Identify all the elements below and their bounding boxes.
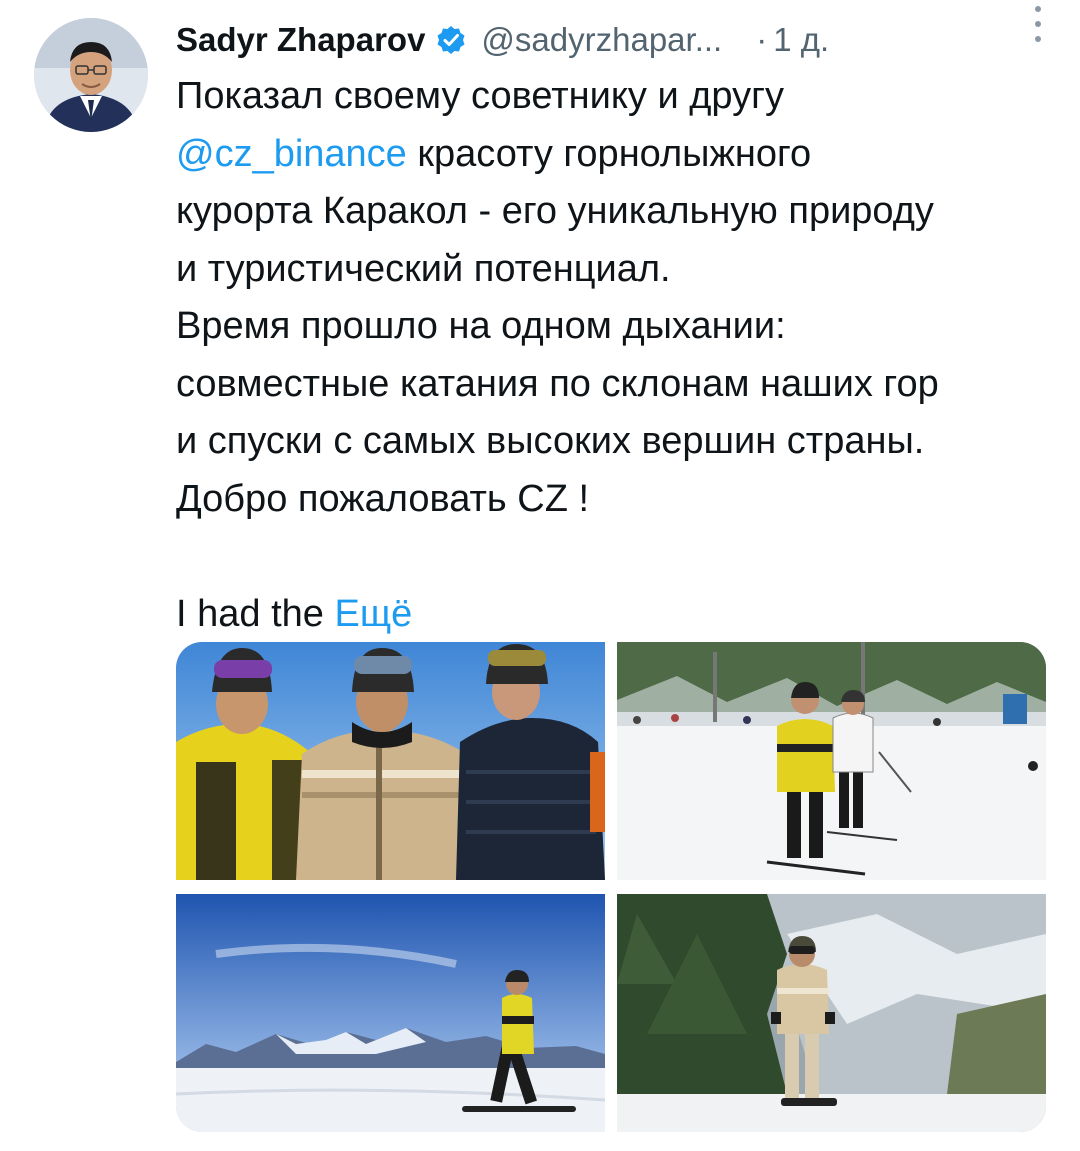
tweet-header: Sadyr Zhaparov @sadyrzhapar... · 1 д.: [176, 18, 1056, 62]
separator-dot: ·: [756, 21, 768, 58]
english-preview-text: I had the: [176, 592, 324, 635]
show-more-link[interactable]: Ещё: [334, 593, 412, 635]
verified-badge-icon: [435, 24, 467, 56]
mention-link[interactable]: @cz_binance: [176, 133, 407, 175]
tweet-text-line: и туристический потенциал.: [176, 247, 671, 290]
author-handle[interactable]: @sadyrzhapar...: [481, 21, 722, 59]
tweet-text-line: курорта Каракол - его уникальную природу: [176, 190, 934, 232]
tweet-body: Показал своему советнику и другу @cz_bin…: [176, 68, 1056, 643]
tweet-text-line: I had the Ещё: [176, 586, 1056, 644]
tweet-text-line: Показал своему советнику и другу: [176, 75, 784, 117]
more-vertical-icon[interactable]: [1026, 6, 1050, 42]
tweet-text-fragment: красоту горнолыжного: [417, 132, 812, 175]
tweet-text-line: Время прошло на одном дыхании:: [176, 305, 786, 347]
three-skiers-photo[interactable]: [176, 642, 605, 880]
snowboarder-forest-photo[interactable]: [617, 894, 1046, 1132]
ski-slope-photo[interactable]: [617, 642, 1046, 880]
avatar[interactable]: [34, 18, 148, 132]
tweet-text-line: Добро пожаловать CZ !: [176, 477, 590, 520]
author-name[interactable]: Sadyr Zhaparov: [176, 21, 425, 59]
media-grid: [176, 642, 1046, 1132]
tweet-text-line: совместные катания по склонам наших гор: [176, 362, 939, 405]
tweet-text-line: и спуски с самых высоких вершин страны.: [176, 420, 925, 462]
tweet-text-line: @cz_binance красоту горнолыжного: [176, 126, 1056, 184]
snowboarder-mountains-photo[interactable]: [176, 894, 605, 1132]
tweet-timestamp[interactable]: 1 д.: [773, 21, 829, 59]
